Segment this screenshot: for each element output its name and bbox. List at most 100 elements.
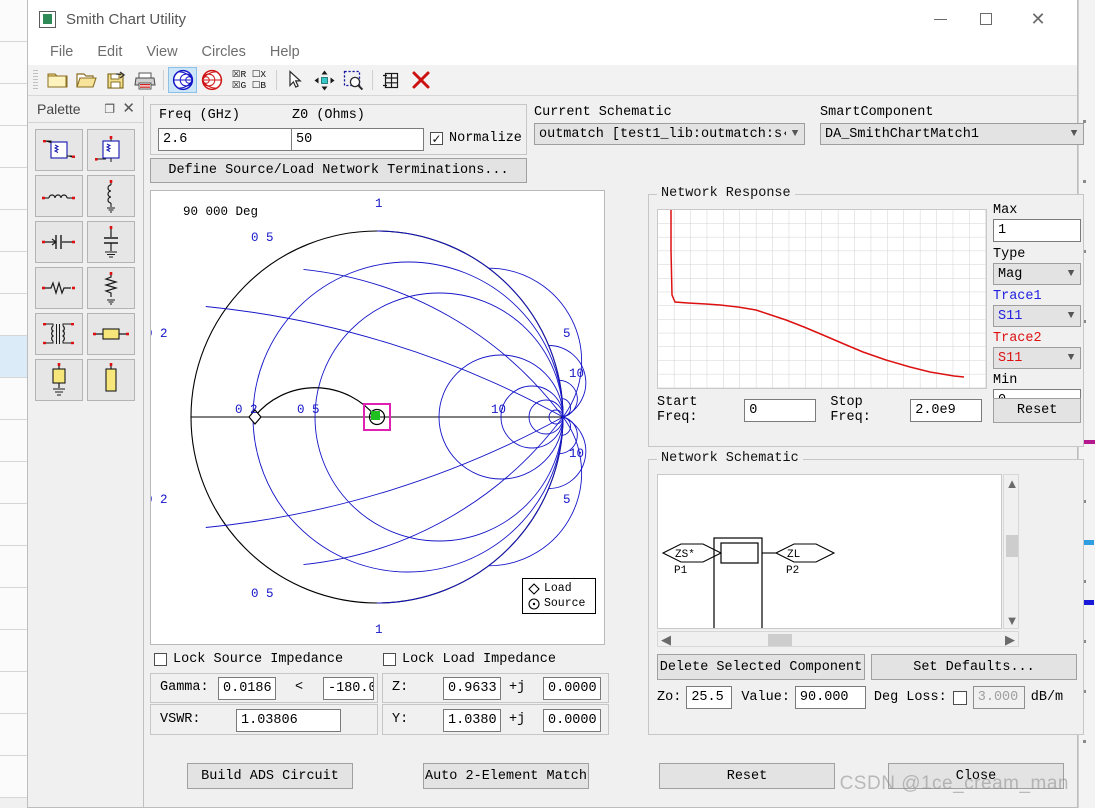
menu-item-edit[interactable]: Edit xyxy=(85,42,134,62)
current-schematic-combo[interactable]: outmatch [test1_lib:outmatch:s‹ ▼ xyxy=(534,123,805,145)
palette-shunt-resistor[interactable] xyxy=(87,267,135,309)
value-input[interactable]: 90.000 xyxy=(795,686,866,709)
chevron-down-icon[interactable]: ▼ xyxy=(1004,612,1020,628)
palette-open-stub[interactable] xyxy=(87,359,135,401)
svg-text:10: 10 xyxy=(569,447,584,461)
schematic-hscrollbar[interactable]: ◀ ▶ xyxy=(657,631,1019,647)
rxgb-toggles-icon[interactable]: ☒R ☐X ☒G ☐B xyxy=(226,67,272,93)
trace2-combo[interactable]: S11 ▼ xyxy=(993,347,1081,369)
diamond-icon xyxy=(528,583,540,595)
delete-icon[interactable] xyxy=(406,67,435,93)
network-schematic-canvas[interactable]: ZS* P1 ZL P2 xyxy=(657,474,1002,629)
port1-label: ZS* xyxy=(675,549,695,561)
maximize-button[interactable] xyxy=(963,0,1009,38)
trace1-combo[interactable]: S11 ▼ xyxy=(993,305,1081,327)
smith-chart-y-icon[interactable] xyxy=(197,67,226,93)
gamma-magnitude-input[interactable]: 0.0186 xyxy=(218,677,276,700)
normalize-checkbox-row[interactable]: ✓ Normalize xyxy=(430,131,522,146)
palette-transformer[interactable] xyxy=(35,313,83,355)
chevron-down-icon: ▼ xyxy=(786,128,804,140)
stop-freq-input[interactable]: 2.0e9 xyxy=(910,399,982,422)
save-icon[interactable] xyxy=(101,67,130,93)
svg-text:10: 10 xyxy=(491,403,506,417)
delete-selected-component-button[interactable]: Delete Selected Component xyxy=(657,654,865,680)
network-response-plot[interactable] xyxy=(657,209,987,389)
lock-source-checkbox[interactable] xyxy=(154,653,167,666)
normalize-checkbox[interactable]: ✓ xyxy=(430,132,443,145)
palette-shunt-capacitor[interactable] xyxy=(87,221,135,263)
loss-checkbox[interactable] xyxy=(953,691,967,705)
y-real-input[interactable]: 1.0380 xyxy=(443,709,501,732)
palette-shunt-inductor[interactable] xyxy=(87,175,135,217)
chevron-up-icon[interactable]: ▲ xyxy=(1004,475,1020,491)
reset-button[interactable]: Reset xyxy=(659,763,835,789)
menu-item-circles[interactable]: Circles xyxy=(190,42,258,62)
schematic-vscrollbar[interactable]: ▲ ▼ xyxy=(1003,474,1019,629)
max-input[interactable]: 1 xyxy=(993,219,1081,242)
chevron-left-icon[interactable]: ◀ xyxy=(658,632,674,648)
close-icon[interactable]: ✕ xyxy=(122,99,135,117)
toolbar-separator xyxy=(372,70,373,90)
grid-icon[interactable] xyxy=(377,67,406,93)
open-folder-icon[interactable] xyxy=(72,67,101,93)
build-ads-circuit-button[interactable]: Build ADS Circuit xyxy=(187,763,353,789)
bg-tick xyxy=(1083,440,1095,444)
menu-item-help[interactable]: Help xyxy=(258,42,312,62)
close-window-button[interactable]: ✕ xyxy=(1015,0,1061,38)
z-imag-input[interactable]: 0.0000 xyxy=(543,677,601,700)
schematic-vscroll-thumb[interactable] xyxy=(1006,535,1018,557)
trace2-value: S11 xyxy=(998,351,1062,366)
svg-text:5: 5 xyxy=(563,493,571,507)
chevron-right-icon[interactable]: ▶ xyxy=(1002,632,1018,648)
y-plusj-label: +j xyxy=(509,712,525,727)
z0-label: Z0 (Ohms) xyxy=(292,108,365,123)
zoom-icon[interactable] xyxy=(339,67,368,93)
palette-shunt-stub[interactable] xyxy=(35,359,83,401)
schematic-hscroll-thumb[interactable] xyxy=(768,634,792,646)
y-imag-input[interactable]: 0.0000 xyxy=(543,709,601,732)
palette-shunt-impedance[interactable] xyxy=(87,129,135,171)
response-reset-button[interactable]: Reset xyxy=(993,398,1081,423)
define-terminations-button[interactable]: Define Source/Load Network Terminations.… xyxy=(150,158,527,183)
smith-chart-canvas[interactable]: 90 000 Deg 0 5 1 0 2 0 2 0 5 1 5 5 10 10… xyxy=(150,190,605,645)
z-real-input[interactable]: 0.9633 xyxy=(443,677,501,700)
network-response-title: Network Response xyxy=(657,186,795,201)
menu-item-file[interactable]: File xyxy=(38,42,85,62)
palette-series-capacitor[interactable] xyxy=(35,221,83,263)
gamma-angle-input[interactable]: -180.0 xyxy=(323,677,374,700)
start-freq-input[interactable]: 0 xyxy=(744,399,816,422)
print-icon[interactable] xyxy=(130,67,159,93)
lock-load-checkbox[interactable] xyxy=(383,653,396,666)
freq-input[interactable]: 2.6 xyxy=(158,128,292,151)
svg-text:90 000 Deg: 90 000 Deg xyxy=(183,205,258,219)
current-schematic-label: Current Schematic xyxy=(534,105,805,120)
lock-source-checkbox-row[interactable]: Lock Source Impedance xyxy=(154,652,343,667)
freq-label: Freq (GHz) xyxy=(159,108,240,123)
type-combo[interactable]: Mag ▼ xyxy=(993,263,1081,285)
loss-input[interactable]: 3.000 xyxy=(973,686,1025,709)
lock-load-checkbox-row[interactable]: Lock Load Impedance xyxy=(383,652,556,667)
close-button[interactable]: Close xyxy=(888,763,1064,789)
deg-label: Deg xyxy=(874,690,898,705)
z0-input[interactable]: 50 xyxy=(291,128,424,151)
chevron-down-icon: ▼ xyxy=(1062,352,1080,364)
palette-series-resistor[interactable] xyxy=(35,267,83,309)
menu-item-view[interactable]: View xyxy=(134,42,189,62)
vswr-input[interactable]: 1.03806 xyxy=(236,709,341,732)
port2-label: ZL xyxy=(787,549,800,561)
smith-chart-z-icon[interactable] xyxy=(168,67,197,93)
dock-icon[interactable]: ❐ xyxy=(104,102,115,116)
pan-icon[interactable] xyxy=(310,67,339,93)
set-defaults-button[interactable]: Set Defaults... xyxy=(871,654,1077,680)
zo-input[interactable]: 25.5 xyxy=(686,686,732,709)
auto-2-element-match-button[interactable]: Auto 2-Element Match xyxy=(423,763,589,789)
new-file-icon[interactable] xyxy=(43,67,72,93)
pointer-icon[interactable] xyxy=(281,67,310,93)
palette-series-inductor[interactable] xyxy=(35,175,83,217)
minimize-button[interactable] xyxy=(917,0,963,38)
toolbar-grip[interactable] xyxy=(33,70,38,90)
smartcomponent-combo[interactable]: DA_SmithChartMatch1 ▼ xyxy=(820,123,1084,145)
network-response-group: Network Response Max 1 Type xyxy=(648,194,1084,447)
palette-series-tline[interactable] xyxy=(87,313,135,355)
palette-series-impedance[interactable] xyxy=(35,129,83,171)
